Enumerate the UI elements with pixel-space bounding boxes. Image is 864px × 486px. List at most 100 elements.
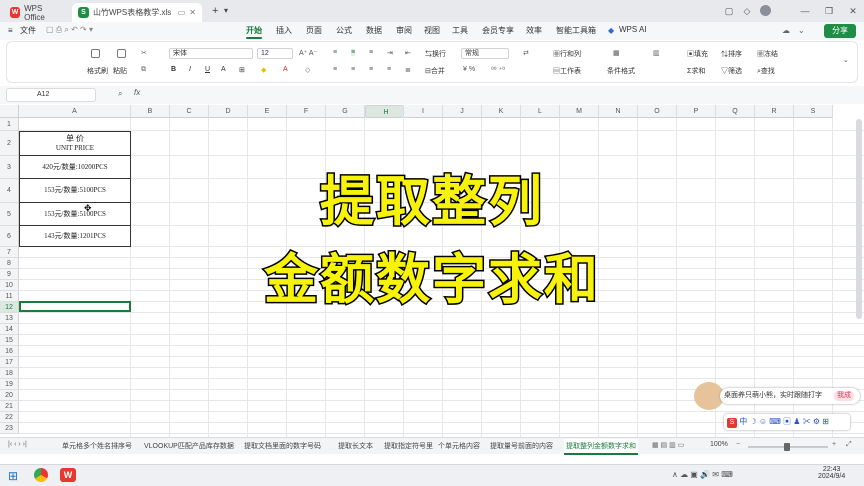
align-left-icon[interactable]: ≡: [333, 66, 337, 73]
sheet-tab-2[interactable]: VLOOKUP匹配产品库存数据: [144, 441, 234, 451]
fullscreen-icon[interactable]: ⤢: [846, 441, 852, 449]
bold-button[interactable]: B: [171, 66, 176, 73]
menu-insert[interactable]: 插入: [276, 25, 292, 36]
align-top-icon[interactable]: ≡: [333, 49, 337, 56]
row-header-1[interactable]: 1: [0, 118, 19, 131]
sheet-tab-4[interactable]: 提取长文本: [338, 441, 373, 451]
freeze-button[interactable]: ▦冻结: [757, 49, 778, 59]
column-header-C[interactable]: C: [170, 105, 209, 118]
align-bottom-icon[interactable]: ≡: [369, 49, 373, 56]
underline-button[interactable]: U: [205, 66, 210, 73]
convert-icon[interactable]: ⇄: [523, 49, 529, 57]
row-header-17[interactable]: 17: [0, 357, 19, 368]
align-middle-icon[interactable]: ≡: [351, 49, 356, 56]
menu-review[interactable]: 审阅: [396, 25, 412, 36]
zoom-out-icon[interactable]: −: [736, 441, 740, 448]
cut-icon[interactable]: ✂: [141, 49, 147, 57]
quick-access-icons[interactable]: ▢ ⎙ ⌕ ↶ ↷ ▾: [46, 25, 93, 35]
tab-spreadsheet[interactable]: S 山竹WPS表格教学.xls ▭ ✕: [72, 3, 202, 22]
row-header-2[interactable]: 2: [0, 131, 19, 156]
sheet-tab-3[interactable]: 提取文档里面的数字号码: [244, 441, 321, 451]
tray-icons[interactable]: ∧ ☁ ▣ 🔊 ✉ ⌨: [672, 470, 733, 479]
menu-wps-ai[interactable]: WPS AI: [619, 25, 647, 34]
align-center-icon[interactable]: ≡: [351, 66, 355, 73]
font-grow-icon[interactable]: A⁺ A⁻: [299, 49, 317, 57]
menu-file[interactable]: 文件: [20, 25, 36, 36]
column-header-I[interactable]: I: [404, 105, 443, 118]
wps-taskbar-icon[interactable]: W: [60, 468, 76, 482]
fill-button[interactable]: ▣填充: [687, 49, 708, 59]
zoom-slider[interactable]: [748, 443, 828, 451]
column-header-K[interactable]: K: [482, 105, 521, 118]
chrome-icon[interactable]: [34, 468, 48, 482]
menu-smart-toolbox[interactable]: 智能工具箱: [556, 25, 596, 36]
column-header-O[interactable]: O: [638, 105, 677, 118]
sheet-tab-6[interactable]: 个单元格内容: [438, 441, 480, 451]
column-header-S[interactable]: S: [794, 105, 833, 118]
column-header-L[interactable]: L: [521, 105, 560, 118]
name-box[interactable]: A12: [6, 88, 96, 102]
column-header-R[interactable]: R: [755, 105, 794, 118]
font-size-select[interactable]: 12: [257, 48, 293, 59]
row-header-23[interactable]: 23: [0, 423, 19, 434]
copy-icon[interactable]: ⧉: [141, 66, 146, 74]
menu-formula[interactable]: 公式: [336, 25, 352, 36]
fx-button[interactable]: fx: [134, 88, 140, 97]
vertical-scrollbar[interactable]: [856, 119, 862, 319]
sum-button[interactable]: Σ求和: [687, 66, 705, 76]
zoom-in-icon[interactable]: +: [832, 441, 836, 448]
zoom-slider-handle[interactable]: [784, 443, 790, 451]
column-header-G[interactable]: G: [326, 105, 365, 118]
fill-color-icon[interactable]: ◆: [261, 66, 266, 74]
row-header-18[interactable]: 18: [0, 368, 19, 379]
sheet-tab-1[interactable]: 单元格多个姓名排序号: [62, 441, 132, 451]
close-icon[interactable]: ✕: [189, 8, 196, 17]
skin-icon[interactable]: ▢: [722, 4, 736, 18]
currency-icon[interactable]: ¥ %: [463, 66, 475, 73]
border-icon[interactable]: ⊞: [239, 66, 245, 74]
outdent-icon[interactable]: ⇤: [405, 49, 411, 57]
chevron-down-icon[interactable]: ⌄: [798, 26, 805, 35]
column-header-F[interactable]: F: [287, 105, 326, 118]
minimize-button[interactable]: —: [798, 4, 812, 18]
clear-icon[interactable]: ◇: [305, 66, 310, 74]
cloud-icon[interactable]: ☁: [782, 26, 790, 35]
column-header-Q[interactable]: Q: [716, 105, 755, 118]
zoom-search-icon[interactable]: ⌕: [118, 89, 122, 99]
row-header-14[interactable]: 14: [0, 324, 19, 335]
font-color-icon[interactable]: A: [283, 66, 288, 73]
column-header-N[interactable]: N: [599, 105, 638, 118]
row-header-19[interactable]: 19: [0, 379, 19, 390]
format-painter-icon[interactable]: [91, 49, 100, 58]
sheet-tab-7[interactable]: 提取量号前面的内容: [490, 441, 553, 451]
distribute-icon[interactable]: ≣: [405, 66, 411, 74]
avatar[interactable]: [758, 4, 772, 18]
worksheet-button[interactable]: ▤工作表: [553, 66, 581, 76]
sheet-tab-active[interactable]: 提取整列金额数字求和: [564, 439, 638, 455]
table-style-icon[interactable]: ▥: [653, 49, 660, 57]
select-all-corner[interactable]: [0, 105, 19, 118]
filter-button[interactable]: ▽筛选: [721, 66, 742, 76]
number-format-select[interactable]: 常规: [461, 48, 509, 59]
justify-icon[interactable]: ≡: [387, 66, 391, 73]
ime-toolbar[interactable]: S 中 ☽ ☺ ⌨ ▣ ♟ ✂ ⚙ ⊞: [724, 414, 850, 430]
column-header-D[interactable]: D: [209, 105, 248, 118]
format-painter-button[interactable]: 格式刷: [87, 66, 108, 76]
menu-home[interactable]: 开始: [246, 25, 262, 39]
zoom-level[interactable]: 100%: [710, 441, 728, 448]
column-header-H[interactable]: H: [365, 105, 404, 118]
menu-efficiency[interactable]: 效率: [526, 25, 542, 36]
column-header-A[interactable]: A: [19, 105, 131, 118]
menu-tools[interactable]: 工具: [452, 25, 468, 36]
cond-format-icon[interactable]: ▦: [613, 49, 620, 57]
paste-icon[interactable]: [117, 49, 126, 58]
row-header-22[interactable]: 22: [0, 412, 19, 423]
ribbon-collapse-icon[interactable]: ⌄: [843, 56, 849, 64]
merge-button[interactable]: ⊟合并: [425, 66, 445, 76]
indent-icon[interactable]: ⇥: [387, 49, 393, 57]
restore-button[interactable]: ❐: [822, 4, 836, 18]
row-header-16[interactable]: 16: [0, 346, 19, 357]
row-header-21[interactable]: 21: [0, 401, 19, 412]
hamburger-icon[interactable]: ≡: [8, 26, 13, 35]
cond-format-button[interactable]: 条件格式: [607, 66, 635, 76]
